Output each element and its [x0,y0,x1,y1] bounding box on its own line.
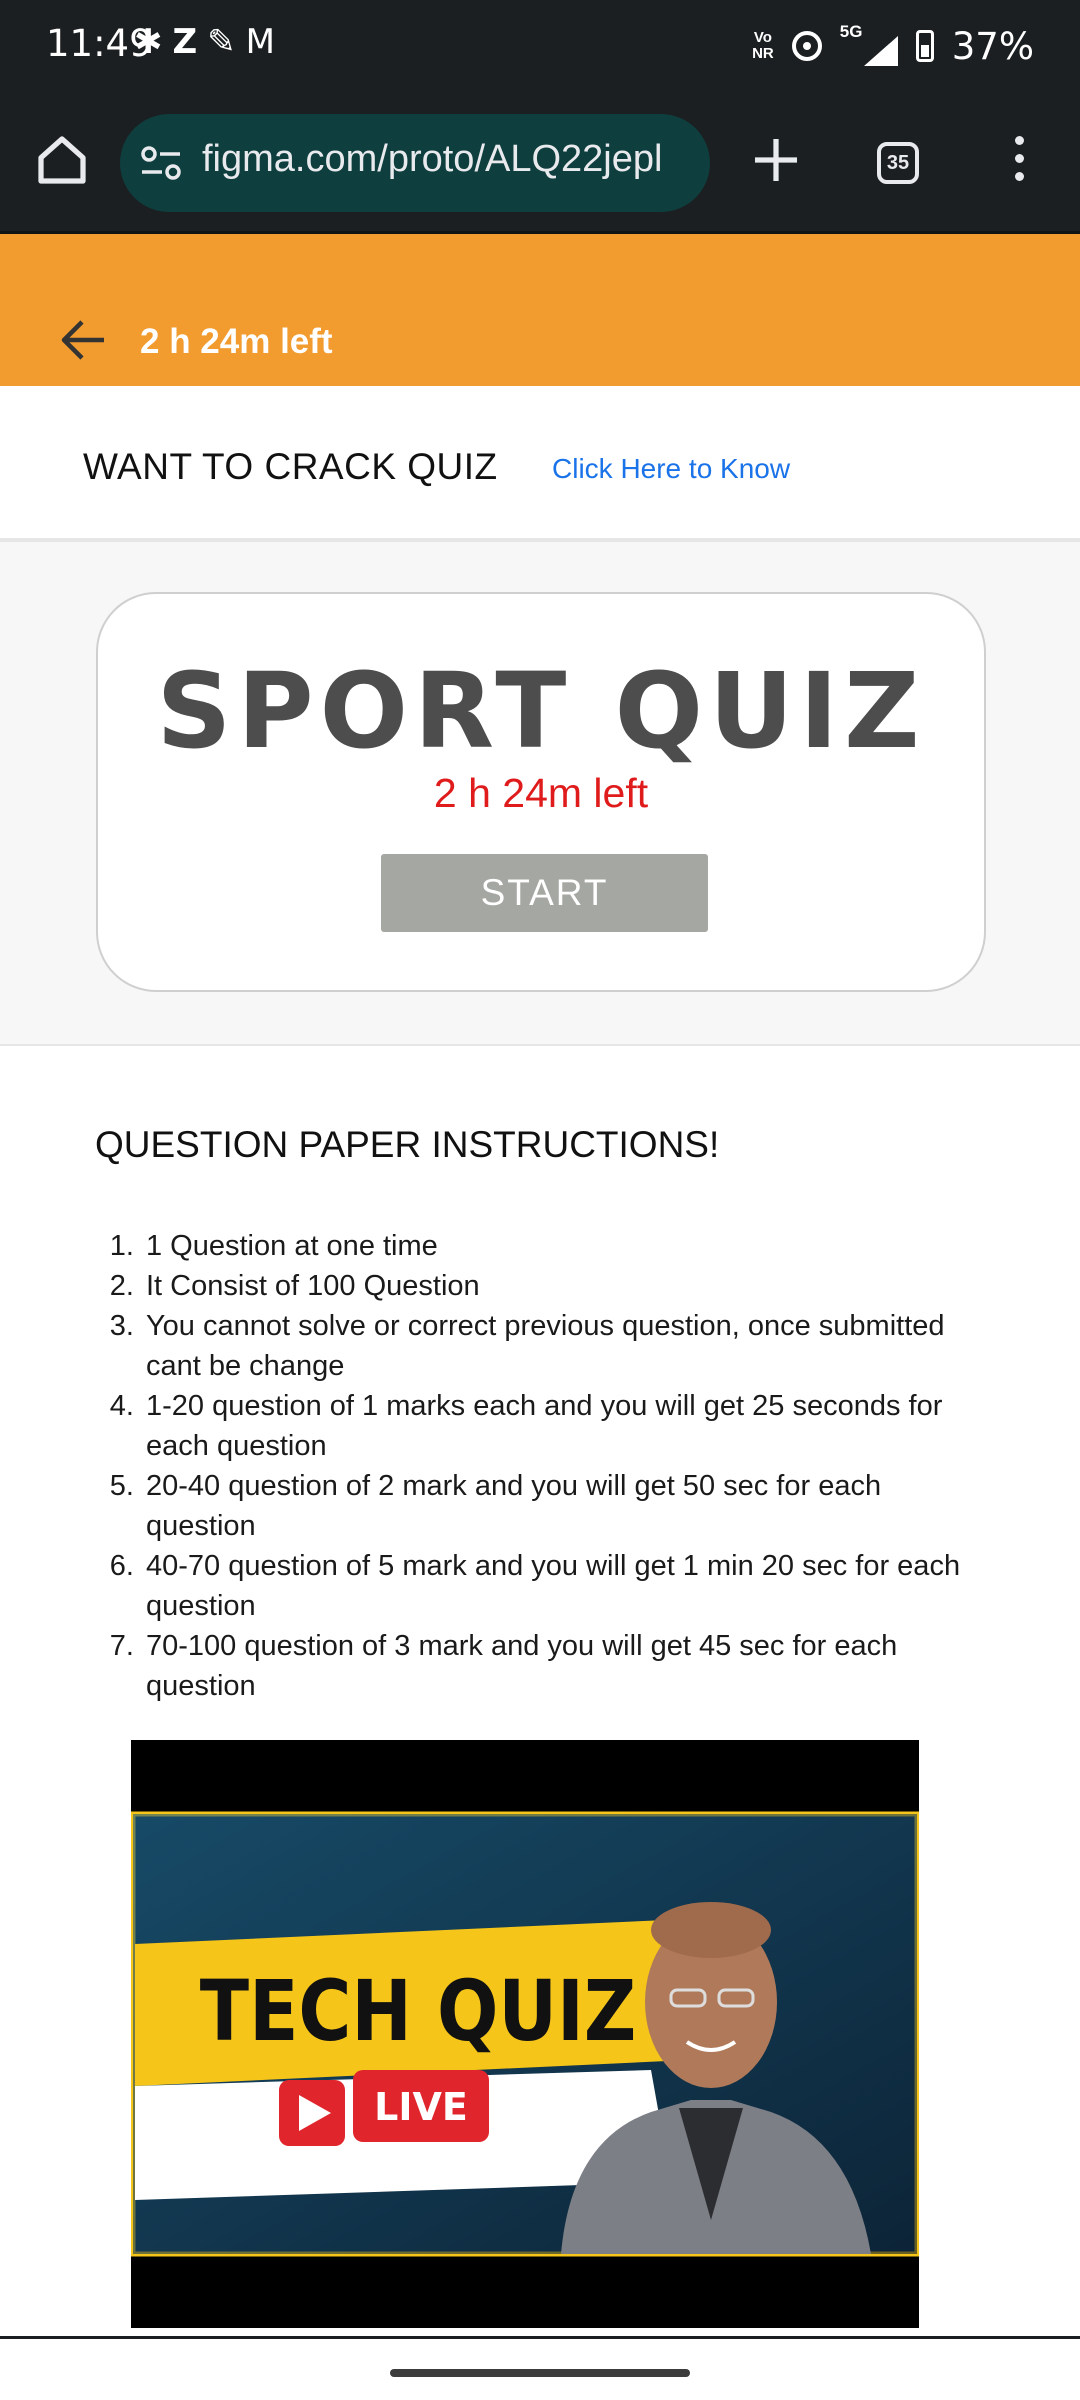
hotspot-icon [791,31,822,61]
start-button[interactable]: START [381,854,708,932]
home-icon[interactable] [34,132,90,188]
status-bar: 11:49 ✱Z✎M Vo NR 5G 37% [0,0,1080,92]
video-thumbnail[interactable]: TECH QUIZ LIVE [131,1740,919,2328]
gesture-bar [0,2336,1080,2400]
list-item: 1 Question at one time [142,1226,994,1266]
url-text: figma.com/proto/ALQ22jepl [202,138,663,180]
list-item: 1-20 question of 1 marks each and you wi… [142,1386,994,1466]
url-bar[interactable]: figma.com/proto/ALQ22jepl [120,114,710,212]
list-item: 40-70 question of 5 mark and you will ge… [142,1546,994,1626]
volte-icon: Vo NR [752,29,774,62]
list-item: It Consist of 100 Question [142,1266,994,1306]
status-right: Vo NR 5G 37% [752,20,1034,72]
battery-icon [915,30,934,62]
new-tab-icon[interactable] [748,132,804,188]
gesture-handle[interactable] [390,2369,690,2377]
browser-toolbar: figma.com/proto/ALQ22jepl 35 [0,92,1080,234]
tab-switcher-button[interactable]: 35 [877,142,919,184]
instructions-title: QUESTION PAPER INSTRUCTIONS! [95,1124,720,1165]
signal-label: 5G [839,22,863,41]
slack-icon: ✱ [134,22,173,62]
more-menu-icon[interactable] [1004,136,1034,190]
back-arrow-icon[interactable] [58,318,108,362]
header-time-left: 2 h 24m left [140,322,333,361]
battery-percent: 37% [951,24,1034,68]
list-item: You cannot solve or correct previous que… [142,1306,994,1386]
site-settings-icon[interactable] [140,144,182,182]
quiz-title: SPORT QUIZ [156,650,926,772]
quiz-card: SPORT QUIZ 2 h 24m left START [96,592,986,992]
notification-icons: ✱Z✎M [134,22,285,62]
thumbnail-title: TECH QUIZ [200,1963,637,2061]
instructions-list: 1 Question at one time It Consist of 100… [94,1226,994,1706]
payment-icon: ✎ [207,22,246,62]
quiz-time-left: 2 h 24m left [433,770,649,816]
click-here-link[interactable]: Click Here to Know [552,453,790,485]
list-item: 70-100 question of 3 mark and you will g… [142,1626,994,1706]
gmail-icon: M [245,22,285,62]
list-item: 20-40 question of 2 mark and you will ge… [142,1466,994,1546]
app-header: 2 h 24m left [0,234,1080,386]
z-icon: Z [172,22,208,62]
signal-icon: 5G [839,22,898,68]
quiz-card-section: SPORT QUIZ 2 h 24m left START [0,542,1080,1048]
live-badge: LIVE [374,2085,468,2129]
promo-row: WANT TO CRACK QUIZ Click Here to Know [0,386,1080,542]
promo-title: WANT TO CRACK QUIZ [83,446,498,487]
thumbnail-art: TECH QUIZ LIVE [131,1740,919,2328]
